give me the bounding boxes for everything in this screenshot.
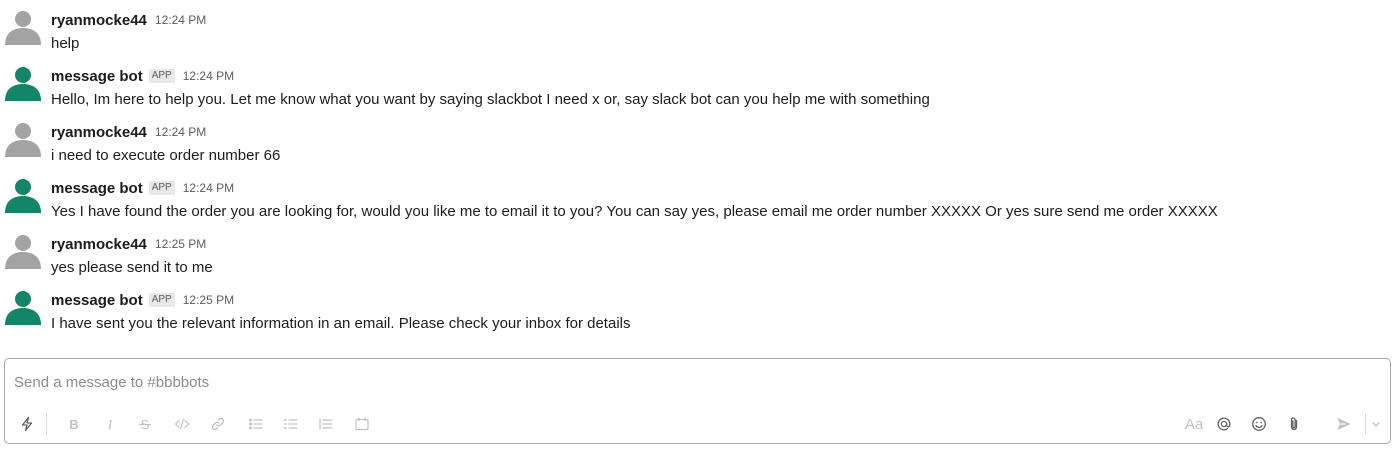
- bold-icon[interactable]: B: [63, 413, 85, 435]
- sender-name[interactable]: ryanmocke44: [51, 12, 147, 29]
- bot-avatar[interactable]: [4, 287, 42, 325]
- user-avatar[interactable]: [4, 231, 42, 269]
- emoji-icon[interactable]: [1248, 413, 1270, 435]
- message-timestamp[interactable]: 12:25 PM: [155, 237, 206, 251]
- message-item: ryanmocke44 12:25 PM yes please send it …: [0, 224, 1400, 280]
- app-badge: APP: [148, 69, 175, 83]
- mention-at-icon[interactable]: [1213, 413, 1235, 435]
- message-text: i need to execute order number 66: [51, 147, 281, 164]
- code-icon[interactable]: [171, 413, 193, 435]
- message-list: ryanmocke44 12:24 PM help message bot AP…: [0, 0, 1400, 350]
- user-avatar[interactable]: [4, 119, 42, 157]
- shortcuts-lightning-icon[interactable]: [16, 413, 38, 435]
- message-item: message bot APP 12:24 PM Yes I have foun…: [0, 168, 1400, 224]
- message-item: message bot APP 12:25 PM I have sent you…: [0, 280, 1400, 336]
- italic-icon[interactable]: I: [99, 413, 121, 435]
- bot-avatar[interactable]: [4, 175, 42, 213]
- bot-avatar[interactable]: [4, 63, 42, 101]
- app-badge: APP: [148, 293, 175, 307]
- link-icon[interactable]: [207, 413, 229, 435]
- ordered-list-icon[interactable]: [245, 413, 267, 435]
- attach-paperclip-icon[interactable]: [1283, 413, 1305, 435]
- message-item: message bot APP 12:24 PM Hello, Im here …: [0, 56, 1400, 112]
- toolbar-divider: [1365, 413, 1366, 435]
- message-header: ryanmocke44 12:24 PM: [51, 122, 206, 142]
- code-block-icon[interactable]: [351, 413, 373, 435]
- bulleted-list-icon[interactable]: [280, 413, 302, 435]
- message-timestamp[interactable]: 12:25 PM: [183, 293, 234, 307]
- message-header: message bot APP 12:24 PM: [51, 66, 234, 86]
- message-text: help: [51, 35, 80, 52]
- sender-name[interactable]: message bot: [51, 68, 143, 85]
- formatting-label: Aa: [1184, 415, 1204, 433]
- composer-toolbar: B I S Aa: [5, 409, 1390, 439]
- svg-text:B: B: [69, 417, 78, 432]
- message-text: Yes I have found the order you are looki…: [51, 203, 1218, 220]
- message-text: yes please send it to me: [51, 259, 213, 276]
- sender-name[interactable]: message bot: [51, 292, 143, 309]
- message-text: I have sent you the relevant information…: [51, 315, 631, 332]
- message-timestamp[interactable]: 12:24 PM: [183, 69, 234, 83]
- sender-name[interactable]: ryanmocke44: [51, 236, 147, 253]
- message-timestamp[interactable]: 12:24 PM: [155, 125, 206, 139]
- send-options-chevron-icon[interactable]: [1368, 413, 1384, 435]
- message-item: ryanmocke44 12:24 PM help: [0, 0, 1400, 56]
- message-header: ryanmocke44 12:25 PM: [51, 234, 206, 254]
- send-icon[interactable]: [1333, 413, 1355, 435]
- user-avatar[interactable]: [4, 7, 42, 45]
- message-timestamp[interactable]: 12:24 PM: [155, 13, 206, 27]
- message-header: message bot APP 12:24 PM: [51, 178, 234, 198]
- blockquote-icon[interactable]: [315, 413, 337, 435]
- message-composer: B I S Aa: [4, 358, 1391, 444]
- formatting-aa-icon[interactable]: Aa: [1180, 413, 1208, 435]
- sender-name[interactable]: ryanmocke44: [51, 124, 147, 141]
- strikethrough-icon[interactable]: S: [134, 413, 156, 435]
- message-timestamp[interactable]: 12:24 PM: [183, 181, 234, 195]
- message-input[interactable]: [14, 369, 1374, 395]
- toolbar-divider: [46, 413, 47, 435]
- sender-name[interactable]: message bot: [51, 180, 143, 197]
- message-header: message bot APP 12:25 PM: [51, 290, 234, 310]
- message-header: ryanmocke44 12:24 PM: [51, 10, 206, 30]
- message-text: Hello, Im here to help you. Let me know …: [51, 91, 930, 108]
- app-badge: APP: [148, 181, 175, 195]
- message-item: ryanmocke44 12:24 PM i need to execute o…: [0, 112, 1400, 168]
- svg-text:I: I: [107, 418, 114, 432]
